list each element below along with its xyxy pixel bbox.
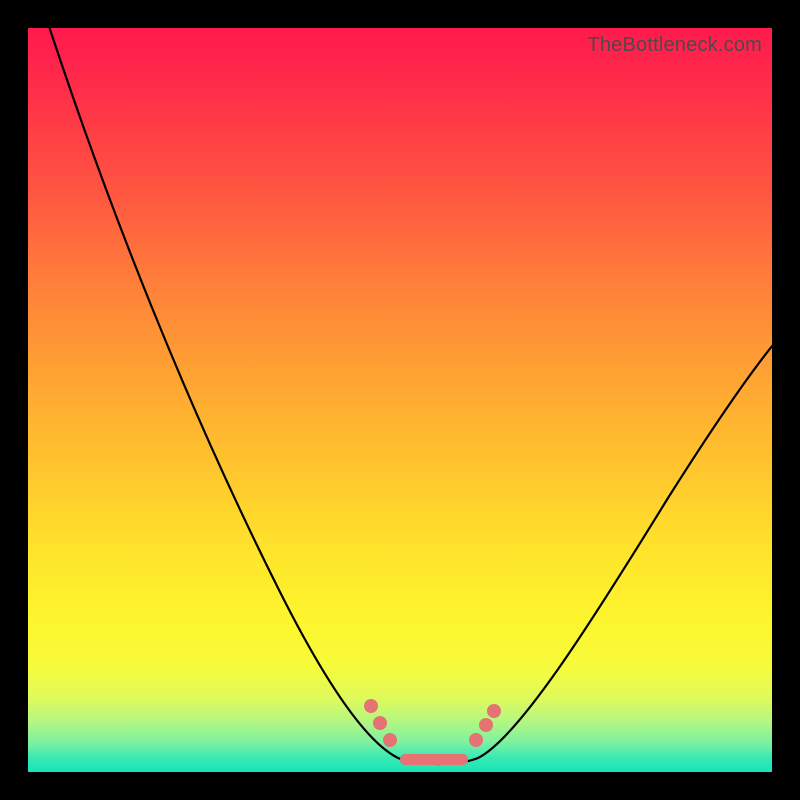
bottleneck-curve: [43, 8, 788, 764]
curve-layer: [28, 28, 772, 772]
valley-flat-segment: [400, 754, 468, 765]
curve-marker: [487, 704, 501, 718]
curve-marker: [469, 733, 483, 747]
curve-marker: [364, 699, 378, 713]
plot-area: TheBottleneck.com: [28, 28, 772, 772]
curve-marker: [373, 716, 387, 730]
chart-frame: TheBottleneck.com: [0, 0, 800, 800]
curve-marker: [383, 733, 397, 747]
curve-marker: [479, 718, 493, 732]
